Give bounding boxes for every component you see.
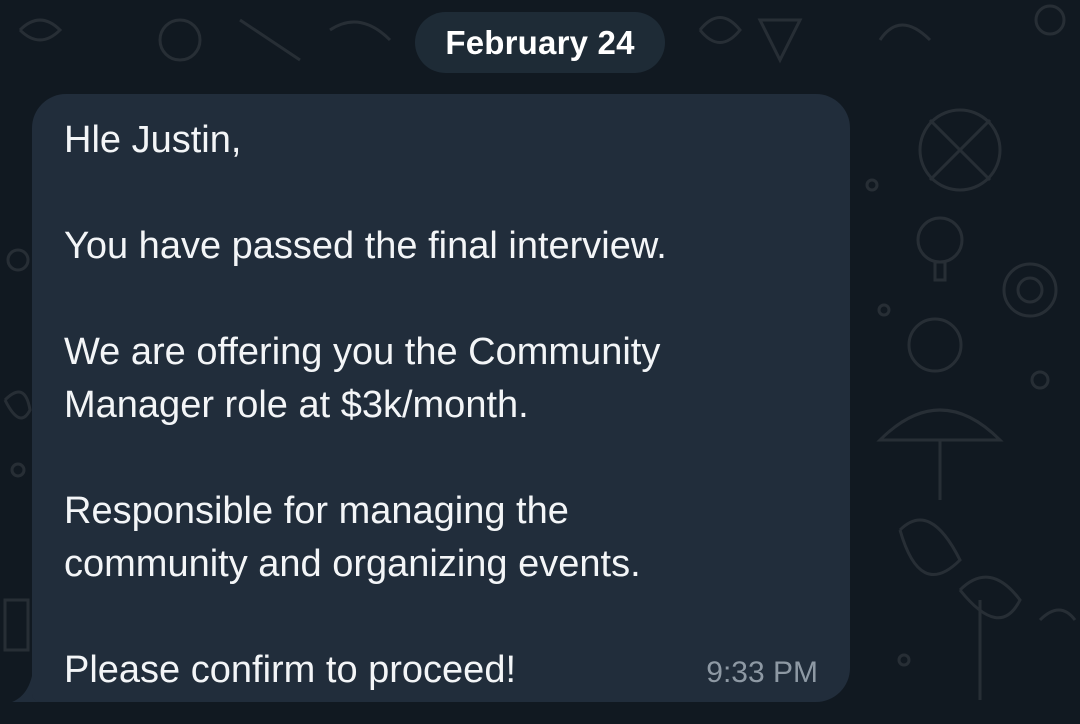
message-text: Hle Justin, You have passed the final in… [64,119,667,691]
date-separator-pill: February 24 [415,12,665,73]
message-timestamp: 9:33 PM [706,656,818,689]
incoming-message-bubble[interactable]: Hle Justin, You have passed the final in… [32,94,850,702]
